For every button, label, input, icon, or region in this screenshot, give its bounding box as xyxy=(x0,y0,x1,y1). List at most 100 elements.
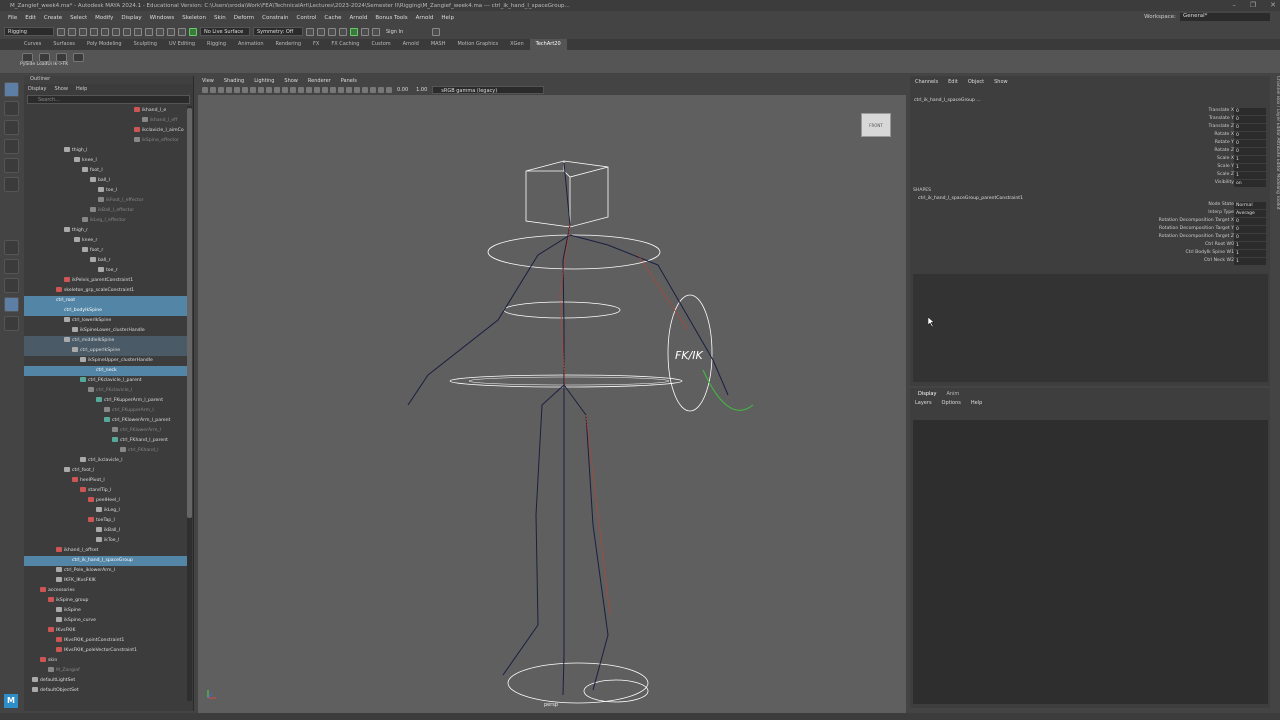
shelf-tab-techart20[interactable]: TechArt20 xyxy=(529,39,567,50)
panel-menu-item[interactable]: Shading xyxy=(224,78,244,84)
channel-attribute-label[interactable]: Interp Type xyxy=(1208,210,1234,215)
outliner-row[interactable]: ctrl_lowerIkSpine xyxy=(24,316,187,326)
channel-attribute-label[interactable]: Rotate X xyxy=(1214,132,1234,137)
channel-menu-item[interactable]: Object xyxy=(968,79,984,85)
layer-list[interactable] xyxy=(913,420,1268,704)
render-view-icon[interactable] xyxy=(306,27,314,36)
outliner-row[interactable]: skin xyxy=(24,656,187,666)
camera-attr-icon[interactable] xyxy=(210,87,216,93)
four-view-icon[interactable] xyxy=(3,259,19,274)
outliner-row[interactable]: ctrl_foot_l xyxy=(24,466,187,476)
outliner-row[interactable]: ikhand_l_e xyxy=(24,106,187,116)
outliner-row[interactable]: thigh_l xyxy=(24,146,187,156)
select-object-icon[interactable] xyxy=(123,27,131,36)
outliner-layout-icon[interactable] xyxy=(3,297,19,312)
channel-attribute-label[interactable]: Ctrl Neck W2 xyxy=(1204,258,1234,263)
select-component-icon[interactable] xyxy=(134,27,142,36)
outliner-row[interactable]: ball_l xyxy=(24,176,187,186)
outliner-row[interactable]: ikBall_l_effector xyxy=(24,206,187,216)
channel-attribute-value[interactable]: 0 xyxy=(1234,234,1266,241)
image-plane-icon[interactable] xyxy=(226,87,232,93)
channel-attribute-label[interactable]: Scale Y xyxy=(1217,164,1234,169)
outliner-row[interactable]: ctrl_FKlowerArm_l xyxy=(24,426,187,436)
settings-gear-icon[interactable] xyxy=(432,27,440,36)
menu-item[interactable]: Deform xyxy=(230,15,258,21)
outliner-row[interactable]: defaultLightSet xyxy=(24,676,187,686)
shelf-tab[interactable]: Sculpting xyxy=(128,39,163,50)
sign-in-button[interactable]: Sign In xyxy=(383,27,429,36)
minimize-icon[interactable]: – xyxy=(1232,1,1236,9)
menu-item[interactable]: Bonus Tools xyxy=(371,15,411,21)
outliner-row[interactable]: ctrl_ik_hand_l_spaceGroup xyxy=(24,556,187,566)
field-chart-icon[interactable] xyxy=(266,87,272,93)
outliner-row[interactable]: IKvsFKIK_pointConstraint1 xyxy=(24,636,187,646)
lasso-tool-icon[interactable] xyxy=(3,101,19,116)
outliner-row[interactable]: standTip_l xyxy=(24,486,187,496)
single-view-icon[interactable] xyxy=(3,240,19,255)
channel-menu-item[interactable]: Edit xyxy=(948,79,958,85)
live-surface-field[interactable]: No Live Surface xyxy=(200,27,250,36)
outliner-row[interactable]: foot_r xyxy=(24,246,187,256)
ipr-render-icon[interactable] xyxy=(328,27,336,36)
outliner-row[interactable]: ctrl_FKclavicle_l_parent xyxy=(24,376,187,386)
outliner-row[interactable]: knee_r xyxy=(24,236,187,246)
outliner-menu-item[interactable]: Help xyxy=(76,86,87,92)
exposure-value[interactable]: 0.00 xyxy=(397,87,408,93)
layout-icon[interactable] xyxy=(3,278,19,293)
channel-attribute-value[interactable]: 0 xyxy=(1234,148,1266,155)
outliner-row[interactable]: ctrl_FKhand_l xyxy=(24,446,187,456)
outliner-row[interactable]: ctrl_FKupperArm_l xyxy=(24,406,187,416)
rotate-tool-icon[interactable] xyxy=(3,158,19,173)
isolate-select-icon[interactable] xyxy=(386,87,392,93)
outliner-row[interactable]: ctrl_FKclavicle_l xyxy=(24,386,187,396)
side-tabs[interactable]: Channel Box / Layer Editor Attribute Edi… xyxy=(1270,76,1280,711)
outliner-row[interactable]: ctrl_neck xyxy=(24,366,187,376)
snap-curve-icon[interactable] xyxy=(156,27,164,36)
xray-joints-icon[interactable] xyxy=(378,87,384,93)
shelf-tab[interactable]: Rigging xyxy=(201,39,232,50)
snap-grid-icon[interactable] xyxy=(145,27,153,36)
shelf-tab[interactable]: Motion Graphics xyxy=(451,39,504,50)
shelf-tab[interactable]: XGen xyxy=(504,39,530,50)
outliner-row[interactable]: ctrl_middleIkSpine xyxy=(24,336,187,346)
outliner-row[interactable]: toe_r xyxy=(24,266,187,276)
new-scene-icon[interactable] xyxy=(57,27,65,36)
outliner-row[interactable]: ikBall_l xyxy=(24,526,187,536)
outliner-row[interactable]: skeleton_grp_scaleConstraint1 xyxy=(24,286,187,296)
shelf-script-icon[interactable] xyxy=(39,53,50,62)
channel-attribute-value[interactable]: 0 xyxy=(1234,124,1266,131)
menu-item[interactable]: Help xyxy=(437,15,458,21)
channel-attribute-label[interactable]: Node State xyxy=(1208,202,1234,207)
menu-item[interactable]: Constrain xyxy=(258,15,292,21)
menu-item[interactable]: Skeleton xyxy=(178,15,210,21)
shelf-tab[interactable]: FX xyxy=(307,39,325,50)
selected-object-name[interactable]: ctrl_ik_hand_l_spaceGroup ... xyxy=(914,98,981,103)
default-material-icon[interactable] xyxy=(306,87,312,93)
motion-blur-icon[interactable] xyxy=(354,87,360,93)
shelf-tab[interactable]: UV Editing xyxy=(163,39,201,50)
scrollbar-thumb[interactable] xyxy=(187,108,192,518)
outliner-row[interactable]: heelPivot_l xyxy=(24,476,187,486)
colorspace-dropdown[interactable]: sRGB gamma (legacy) xyxy=(432,86,545,94)
channel-attribute-value[interactable]: 1 xyxy=(1234,258,1266,265)
viewcube[interactable]: FRONT xyxy=(861,113,891,137)
channel-attribute-value[interactable]: 0 xyxy=(1234,132,1266,139)
redo-icon[interactable] xyxy=(101,27,109,36)
outliner-row[interactable]: IKvsFKIK xyxy=(24,626,187,636)
outliner-row[interactable]: ikPelvis_parentConstraint1 xyxy=(24,276,187,286)
symmetry-dropdown[interactable]: Symmetry: Off xyxy=(253,27,303,36)
channel-attribute-label[interactable]: Rotation Decomposition Target Y xyxy=(1159,226,1234,231)
render-settings-icon[interactable] xyxy=(339,27,347,36)
channel-menu-item[interactable]: Channels xyxy=(915,79,938,85)
camera-select-icon[interactable] xyxy=(202,87,208,93)
channel-attribute-label[interactable]: Rotate Z xyxy=(1214,148,1234,153)
menu-item[interactable]: Cache xyxy=(320,15,345,21)
close-icon[interactable]: ✕ xyxy=(1270,1,1276,9)
snap-point-icon[interactable] xyxy=(167,27,175,36)
workspace-dropdown[interactable]: General* xyxy=(1180,13,1270,21)
layer-tab-anim[interactable]: Anim xyxy=(942,390,963,398)
shelf-script-icon[interactable] xyxy=(56,53,67,62)
shelf-script-icon[interactable] xyxy=(22,53,33,62)
paint-select-icon[interactable] xyxy=(3,120,19,135)
menuset-dropdown[interactable]: Rigging xyxy=(4,27,54,36)
